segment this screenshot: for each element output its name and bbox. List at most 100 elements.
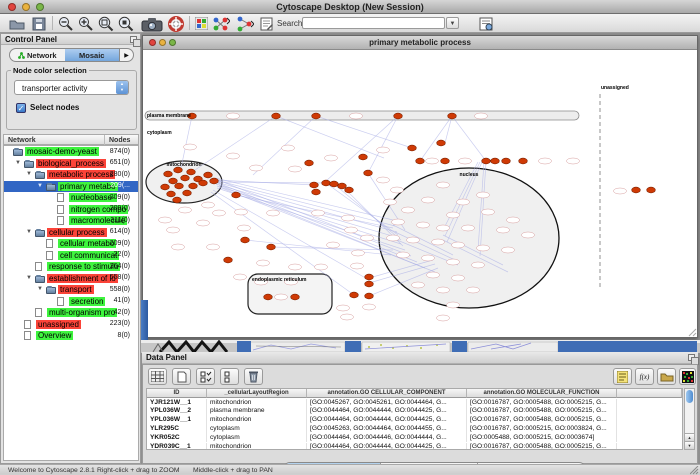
selected-gene-node[interactable] (169, 178, 178, 184)
gene-node[interactable] (452, 275, 465, 281)
network-window-titlebar[interactable]: primary metabolic process (143, 36, 697, 50)
selected-gene-node[interactable] (416, 158, 425, 164)
gene-node[interactable] (167, 227, 180, 233)
selected-gene-node[interactable] (448, 113, 457, 119)
gene-node[interactable] (392, 219, 405, 225)
tree-row[interactable]: ▼primary metabo209(... (4, 181, 138, 193)
expander-icon[interactable]: ▼ (26, 171, 32, 177)
table-cell[interactable]: cytoplasm (207, 434, 307, 443)
mosaic-plugin-icon[interactable] (193, 15, 209, 32)
gene-node[interactable] (179, 207, 192, 213)
annotation-icon[interactable] (258, 15, 274, 32)
table-cell[interactable]: [GO:0016787, GO:0005488, GO:0005215, G..… (467, 399, 617, 408)
selected-gene-node[interactable] (647, 187, 656, 193)
gene-node[interactable] (213, 210, 226, 216)
gene-node[interactable] (341, 314, 354, 320)
delete-attribute-trash-icon[interactable] (244, 368, 263, 385)
table-header-cell[interactable] (617, 389, 682, 398)
selected-gene-node[interactable] (338, 183, 347, 189)
gene-node[interactable] (467, 287, 480, 293)
selected-gene-node[interactable] (272, 113, 281, 119)
network-canvas[interactable]: plasma membranecytoplasmmitochondrionnuc… (143, 50, 697, 337)
minimize-icon[interactable] (159, 39, 166, 46)
open-file-icon[interactable] (8, 15, 26, 32)
table-header-cell[interactable]: _cellularLayoutRegion (207, 389, 307, 398)
selected-gene-node[interactable] (365, 274, 374, 280)
gene-node[interactable] (507, 217, 520, 223)
selected-gene-node[interactable] (224, 257, 233, 263)
gene-node[interactable] (402, 207, 415, 213)
gene-node[interactable] (352, 250, 365, 256)
tree-row[interactable]: cellular metabo209(0) (4, 238, 138, 250)
node-color-dropdown[interactable]: transporter activity ▲▼ (14, 80, 129, 95)
table-cell[interactable]: plasma membrane (207, 407, 307, 416)
tree-row[interactable]: ▼cellular process614(0) (4, 227, 138, 239)
tree-row[interactable]: multi-organism pro42(0) (4, 307, 138, 319)
selected-gene-node[interactable] (330, 181, 339, 187)
selected-gene-node[interactable] (167, 191, 176, 197)
zoom-selected-icon[interactable] (117, 15, 135, 32)
gene-node[interactable] (207, 244, 220, 250)
gene-node[interactable] (345, 227, 358, 233)
gene-node[interactable] (432, 239, 445, 245)
scroll-down-icon[interactable]: ▼ (685, 441, 694, 449)
tree-row[interactable]: macromolecule311(0) (4, 215, 138, 227)
selected-gene-node[interactable] (408, 145, 417, 151)
gene-node[interactable] (327, 242, 340, 248)
select-nodes-checkbox[interactable]: ✓ (16, 103, 26, 113)
formula-icon[interactable]: f(x) (635, 368, 654, 385)
selected-gene-node[interactable] (350, 292, 359, 298)
gene-node[interactable] (412, 282, 425, 288)
gene-node[interactable] (202, 202, 215, 208)
gene-node[interactable] (172, 244, 185, 250)
tab-overflow-arrow-icon[interactable]: ▶ (119, 49, 133, 61)
gene-node[interactable] (257, 260, 270, 266)
gene-node[interactable] (312, 210, 325, 216)
scrollbar-thumb[interactable] (686, 390, 693, 403)
gene-node[interactable] (437, 287, 450, 293)
attribute-table[interactable]: ID_cellularLayoutRegionannotation.GO CEL… (146, 388, 683, 450)
gene-node[interactable] (447, 302, 460, 308)
attribute-table-icon[interactable] (148, 368, 167, 385)
float-panel-icon[interactable] (130, 36, 137, 43)
selected-gene-node[interactable] (305, 160, 314, 166)
layout-two-icon[interactable] (235, 15, 255, 32)
gene-node[interactable] (427, 272, 440, 278)
gene-node[interactable] (337, 305, 350, 311)
import-folder-icon[interactable] (657, 368, 676, 385)
selected-gene-node[interactable] (437, 140, 446, 146)
table-cell[interactable]: YKR052C (147, 434, 207, 443)
search-input[interactable] (302, 17, 445, 29)
tree-row[interactable]: mosaic-demo-yeast874(0) (4, 146, 138, 158)
gene-node[interactable] (447, 212, 460, 218)
zoom-fit-icon[interactable] (97, 15, 115, 32)
close-icon[interactable] (149, 39, 156, 46)
gene-node[interactable] (497, 227, 510, 233)
zoom-out-icon[interactable] (57, 15, 75, 32)
table-cell[interactable]: [GO:0016787, GO:0005488, GO:0005215, G..… (467, 443, 617, 451)
table-header-cell[interactable]: ID (147, 389, 207, 398)
close-icon[interactable] (8, 3, 16, 11)
selected-gene-node[interactable] (232, 192, 241, 198)
gene-node[interactable] (426, 158, 439, 164)
expander-icon[interactable]: ▼ (15, 160, 21, 166)
gene-node[interactable] (437, 225, 450, 231)
gene-node[interactable] (452, 242, 465, 248)
table-cell[interactable]: YLR295C (147, 425, 207, 434)
gene-node[interactable] (477, 192, 490, 198)
save-session-icon[interactable] (30, 15, 48, 32)
selected-gene-node[interactable] (264, 294, 273, 300)
nucleus-region[interactable] (379, 168, 559, 308)
gene-node[interactable] (342, 215, 355, 221)
selected-gene-node[interactable] (204, 172, 213, 178)
gene-node[interactable] (159, 217, 172, 223)
gene-node[interactable] (267, 210, 280, 216)
search-config-icon[interactable] (477, 15, 495, 32)
gene-node[interactable] (315, 264, 328, 270)
gene-node[interactable] (397, 252, 410, 258)
gene-node[interactable] (437, 182, 450, 188)
gene-node[interactable] (250, 165, 263, 171)
selected-gene-node[interactable] (291, 294, 300, 300)
zoom-window-icon[interactable] (36, 3, 44, 11)
gene-node[interactable] (197, 220, 210, 226)
